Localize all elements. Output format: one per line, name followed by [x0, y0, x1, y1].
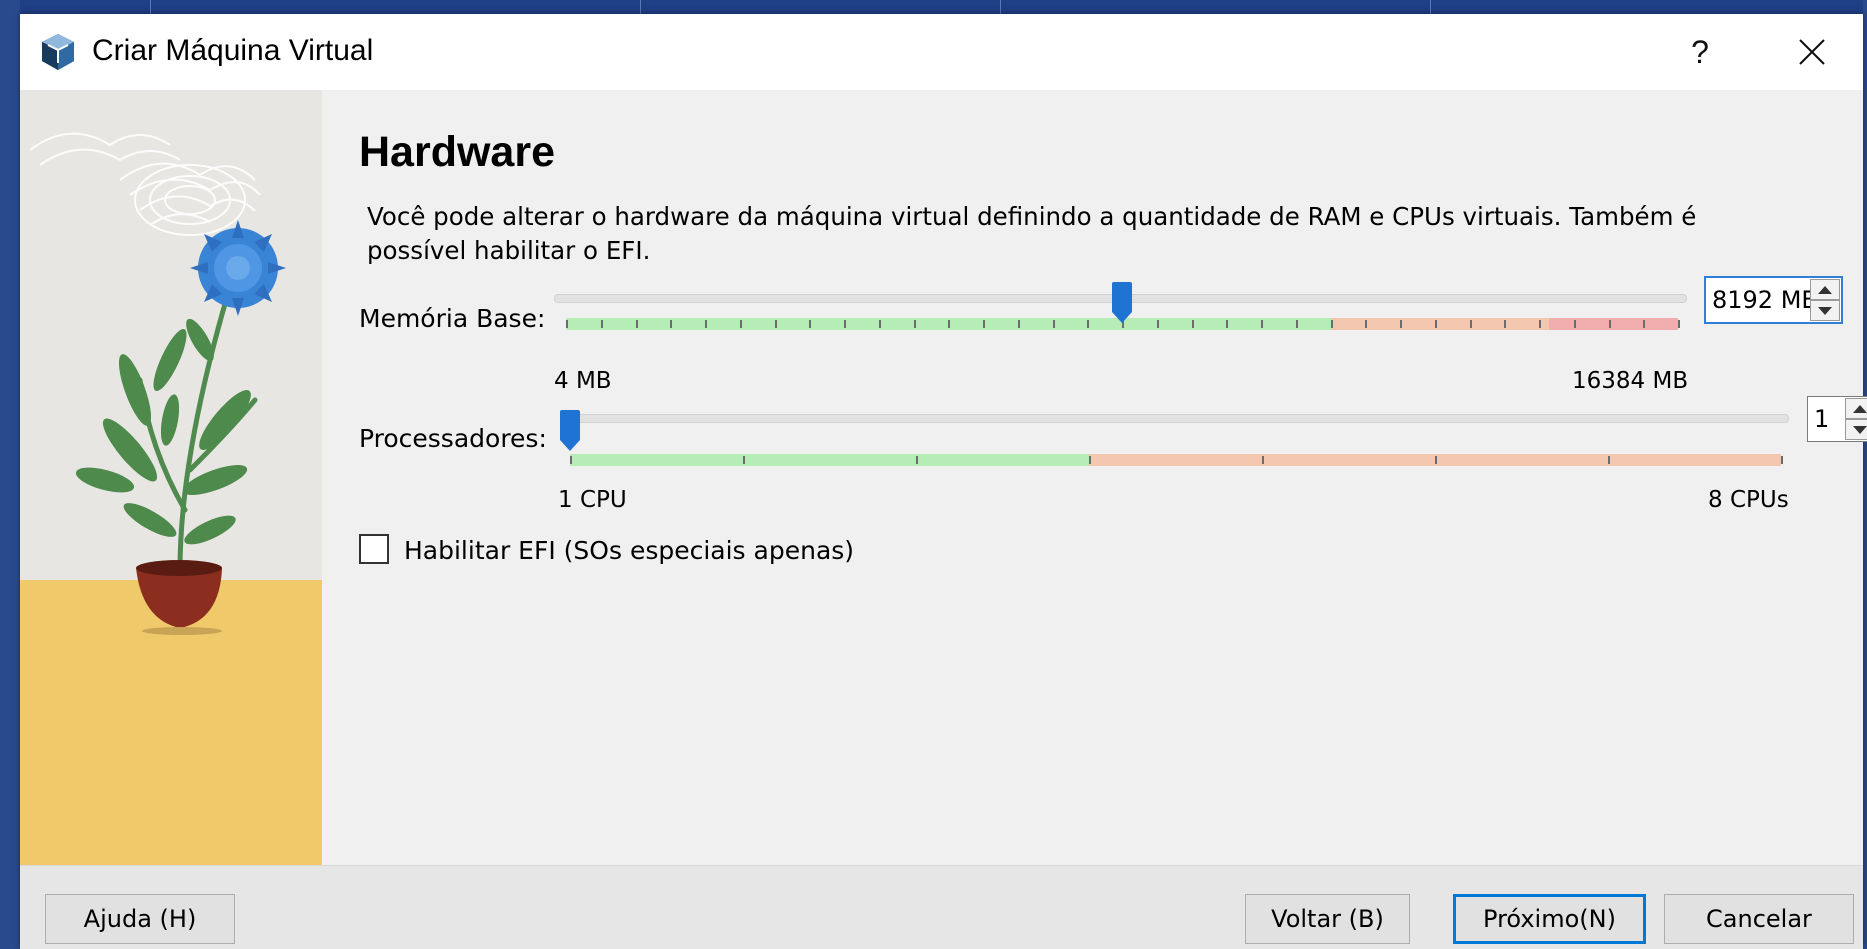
memory-scale-tick	[983, 320, 985, 328]
virtualbox-cube-icon	[42, 34, 74, 70]
close-button[interactable]	[1772, 24, 1852, 80]
processors-scale-tick	[570, 456, 572, 464]
memory-scale-tick	[1365, 320, 1368, 328]
memory-scale-tick	[844, 320, 846, 328]
memory-scale-tick	[1434, 320, 1437, 328]
memory-scale-tick	[1504, 320, 1507, 328]
background-divider	[1000, 0, 1001, 14]
memory-scale-tick	[635, 320, 638, 328]
close-icon	[1799, 39, 1825, 65]
processors-label: Processadores:	[359, 424, 547, 453]
processors-slider-groove[interactable]	[570, 414, 1789, 423]
memory-value[interactable]: 8192 MB	[1712, 278, 1818, 322]
wizard-illustration	[20, 90, 322, 865]
memory-decrease-button[interactable]	[1810, 300, 1840, 321]
chevron-up-icon	[1853, 404, 1867, 413]
plant-illustration	[20, 90, 322, 865]
memory-scale-tick	[1608, 320, 1611, 328]
page-title: Hardware	[359, 128, 555, 176]
help-button[interactable]: Ajuda (H)	[45, 894, 235, 944]
memory-scale-tick	[1052, 320, 1055, 328]
memory-scale-tick	[878, 320, 881, 328]
memory-spin-buttons	[1810, 279, 1840, 321]
help-question-button[interactable]: ?	[1660, 24, 1740, 80]
background-divider	[150, 0, 151, 14]
cancel-button[interactable]: Cancelar	[1664, 894, 1854, 944]
processors-scale-green	[570, 454, 1089, 466]
memory-scale-tick	[1017, 320, 1020, 328]
processors-max-label: 8 CPUs	[1708, 487, 1789, 513]
title-bar: Criar Máquina Virtual ?	[20, 14, 1863, 90]
back-button[interactable]: Voltar (B)	[1245, 894, 1410, 944]
memory-scale-tick	[1678, 320, 1680, 328]
page-description: Você pode alterar o hardware da máquina …	[367, 202, 1697, 265]
wizard-page-content: Hardware Você pode alterar o hardware da…	[322, 90, 1867, 865]
processors-scale-tick	[1262, 456, 1264, 464]
memory-increase-button[interactable]	[1810, 279, 1840, 300]
memory-scale-tick	[1643, 320, 1646, 328]
processors-scale-tick	[1435, 456, 1437, 464]
memory-scale-orange	[1331, 318, 1549, 330]
processors-spin-buttons	[1845, 398, 1867, 440]
memory-scale-tick	[1330, 320, 1333, 328]
create-vm-dialog: Criar Máquina Virtual ? Hardware Você po…	[20, 14, 1867, 949]
memory-scale-tick	[670, 320, 673, 328]
memory-scale-tick	[774, 320, 777, 328]
memory-scale-tick	[913, 320, 916, 328]
processors-scale-tick	[1781, 456, 1783, 464]
processors-increase-button[interactable]	[1845, 398, 1867, 419]
memory-scale-tick	[739, 320, 742, 328]
window-title: Criar Máquina Virtual	[92, 34, 374, 67]
memory-scale-tick	[1573, 320, 1576, 328]
memory-scale-tick	[600, 320, 603, 328]
background-window-strip	[0, 0, 1867, 14]
memory-spinbox[interactable]: 8192 MB	[1704, 276, 1843, 324]
memory-min-label: 4 MB	[554, 368, 612, 394]
memory-scale-tick	[1261, 320, 1263, 328]
memory-scale-tick	[1226, 320, 1229, 328]
memory-slider-thumb[interactable]	[1111, 282, 1133, 324]
processors-scale-tick	[743, 456, 745, 464]
processors-value[interactable]: 1	[1814, 397, 1829, 441]
chevron-down-icon	[1853, 425, 1867, 434]
memory-scale-tick	[948, 320, 951, 328]
background-divider	[1430, 0, 1431, 14]
processors-min-label: 1 CPU	[558, 487, 627, 513]
memory-scale-tick	[809, 320, 812, 328]
background-desktop-left	[0, 0, 20, 948]
memory-scale-tick	[1087, 320, 1090, 328]
memory-scale-tick	[1400, 320, 1402, 328]
efi-label[interactable]: Habilitar EFI (SOs especiais apenas)	[404, 536, 854, 565]
memory-scale-tick	[566, 320, 568, 328]
memory-scale-tick	[1156, 320, 1159, 328]
processors-spinbox[interactable]: 1	[1807, 396, 1867, 442]
background-divider	[640, 0, 641, 14]
next-button[interactable]: Próximo(N)	[1453, 894, 1646, 944]
memory-scale-tick	[1295, 320, 1298, 328]
processors-scale-tick	[1089, 456, 1091, 464]
processors-scale-tick	[1608, 456, 1610, 464]
memory-scale-tick	[705, 320, 707, 328]
processors-slider-thumb[interactable]	[559, 410, 581, 452]
processors-scale-tick	[916, 456, 918, 464]
memory-max-label: 16384 MB	[1572, 368, 1689, 394]
processors-decrease-button[interactable]	[1845, 419, 1867, 440]
memory-scale-tick	[1191, 320, 1194, 328]
memory-scale-red	[1549, 318, 1678, 330]
chevron-up-icon	[1818, 285, 1832, 294]
memory-scale-tick	[1469, 320, 1472, 328]
memory-label: Memória Base:	[359, 304, 546, 333]
background-desktop-right	[1863, 0, 1867, 948]
efi-checkbox[interactable]	[359, 534, 389, 564]
memory-scale-tick	[1539, 320, 1541, 328]
dialog-footer: Ajuda (H) Voltar (B) Próximo(N) Cancelar	[20, 865, 1863, 949]
chevron-down-icon	[1818, 306, 1832, 315]
